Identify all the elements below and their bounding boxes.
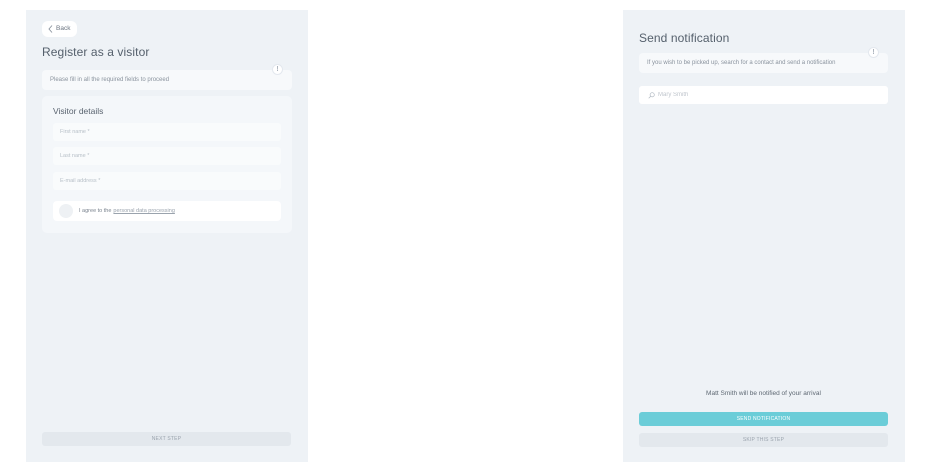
personal-data-processing-link[interactable]: personal data processing	[113, 208, 174, 214]
page-title: Register as a visitor	[42, 45, 150, 59]
notification-info-banner: If you wish to be picked up, search for …	[639, 53, 888, 73]
visitor-registration-panel: Back Register as a visitor Please fill i…	[26, 10, 308, 462]
visitor-details-title: Visitor details	[53, 106, 104, 116]
info-banner-text: Please fill in all the required fields t…	[50, 77, 170, 83]
send-notification-panel: Send notification If you wish to be pick…	[623, 10, 905, 462]
exclamation-icon: !	[272, 64, 283, 75]
notify-message: Matt Smith will be notified of your arri…	[706, 390, 821, 397]
back-button-label: Back	[56, 25, 71, 32]
consent-text: I agree to the	[79, 208, 112, 214]
notification-title: Send notification	[639, 31, 730, 45]
back-button[interactable]: Back	[42, 21, 78, 37]
last-name-field[interactable]: Last name *	[53, 147, 281, 165]
contact-search[interactable]	[639, 86, 888, 104]
info-banner: Please fill in all the required fields t…	[42, 70, 292, 90]
search-input[interactable]	[658, 92, 858, 98]
consent-checkbox[interactable]	[59, 204, 73, 218]
skip-step-button[interactable]: SKIP THIS STEP	[639, 433, 888, 447]
next-step-button[interactable]: NEXT STEP	[42, 432, 291, 446]
send-notification-button[interactable]: SEND NOTIFICATION	[639, 412, 888, 426]
first-name-field[interactable]: First name *	[53, 123, 281, 141]
chevron-left-icon	[48, 25, 53, 33]
exclamation-icon: !	[868, 47, 879, 58]
email-field[interactable]: E-mail address *	[53, 172, 281, 190]
visitor-details-card: Visitor details First name * Last name *…	[42, 96, 292, 233]
notification-info-text: If you wish to be picked up, search for …	[647, 60, 836, 66]
search-icon	[648, 91, 655, 99]
consent-row: I agree to the personal data processing	[53, 201, 281, 221]
